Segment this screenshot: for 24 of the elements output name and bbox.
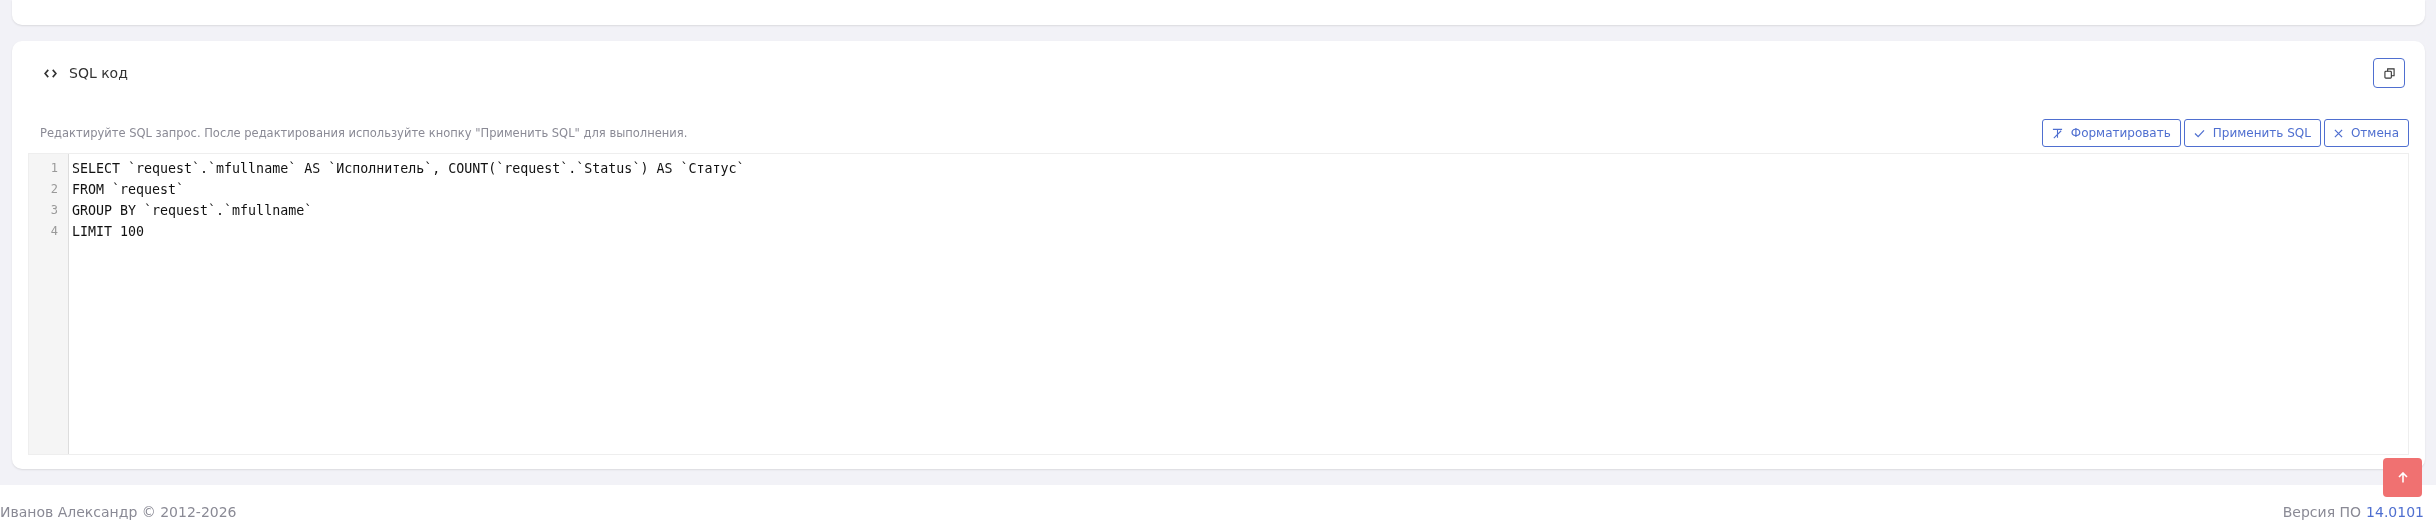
check-icon <box>2193 128 2205 138</box>
format-button[interactable]: Форматировать <box>2041 119 2181 147</box>
close-icon <box>2333 128 2343 138</box>
cancel-button[interactable]: Отмена <box>2323 119 2409 147</box>
clear-format-icon <box>2051 127 2063 139</box>
copy-icon <box>2383 67 2395 79</box>
hint-text: Редактируйте SQL запрос. После редактирования используйте кнопку "Применить SQL" для выполнения. <box>39 126 688 140</box>
copyright-text: Иванов Александр © 2012-2026 <box>0 504 237 520</box>
version-link[interactable]: 14.0101 <box>2366 504 2424 520</box>
code-icon <box>44 68 57 78</box>
code-line: SELECT `request`.`mfullname` AS `Исполнитель`, COUNT(`request`.`Status`) AS `Статус` <box>72 160 745 178</box>
code-line: LIMIT 100 <box>72 223 145 241</box>
version-label: Версия ПО <box>2282 504 2362 520</box>
copy-button[interactable] <box>2373 58 2405 88</box>
line-number: 2 <box>50 181 59 198</box>
line-number: 1 <box>50 160 59 177</box>
line-number: 3 <box>50 202 59 219</box>
code-line: FROM `request` <box>72 181 185 199</box>
code-editor[interactable]: 1 2 3 4 SELECT `request`.`mfullname` AS `Исполнитель`, COUNT(`request`.`Status`) AS `Статус` FROM `request` GROUP BY `request`.`mfullname` LIMIT 100 <box>28 153 2409 455</box>
line-number: 4 <box>50 223 59 240</box>
code-line: GROUP BY `request`.`mfullname` <box>72 202 313 220</box>
arrow-up-icon <box>2397 472 2408 483</box>
card-title: SQL код <box>69 65 128 81</box>
apply-button[interactable]: Применить SQL <box>2183 119 2321 147</box>
